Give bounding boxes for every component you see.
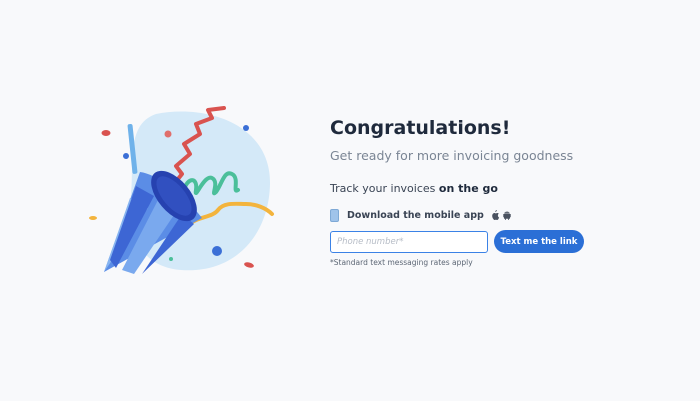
confetti-blue-dot-left (123, 153, 129, 159)
android-icon (502, 211, 511, 220)
party-popper-illustration (86, 104, 286, 284)
page-title: Congratulations! (330, 117, 511, 139)
confetti-blue-dot-top (243, 125, 249, 131)
confetti-red-bottom (244, 262, 254, 268)
track-emphasis: on the go (438, 182, 498, 195)
text-me-link-button[interactable]: Text me the link (494, 230, 584, 253)
track-invoices-text: Track your invoices on the go (330, 181, 660, 197)
download-app-row: Download the mobile app (330, 207, 660, 223)
download-app-label: Download the mobile app (347, 209, 484, 221)
sms-rates-disclaimer: *Standard text messaging rates apply (330, 258, 473, 267)
confetti-green-dot (169, 257, 173, 261)
main-content: Congratulations! Get ready for more invo… (330, 115, 660, 268)
apple-icon (492, 210, 499, 220)
confetti-blue-dot-bottom (212, 246, 222, 256)
confetti-yellow-left (89, 216, 97, 220)
page: Congratulations! Get ready for more invo… (0, 0, 700, 401)
page-subtitle: Get ready for more invoicing goodness (330, 148, 574, 163)
phone-form: Text me the link (330, 230, 660, 253)
party-popper-icon (89, 106, 274, 274)
phone-number-input[interactable] (330, 230, 488, 253)
confetti-red (101, 130, 111, 136)
mobile-phone-icon (330, 208, 339, 222)
track-prefix: Track your invoices (330, 182, 439, 195)
confetti-red-dot (164, 130, 172, 138)
